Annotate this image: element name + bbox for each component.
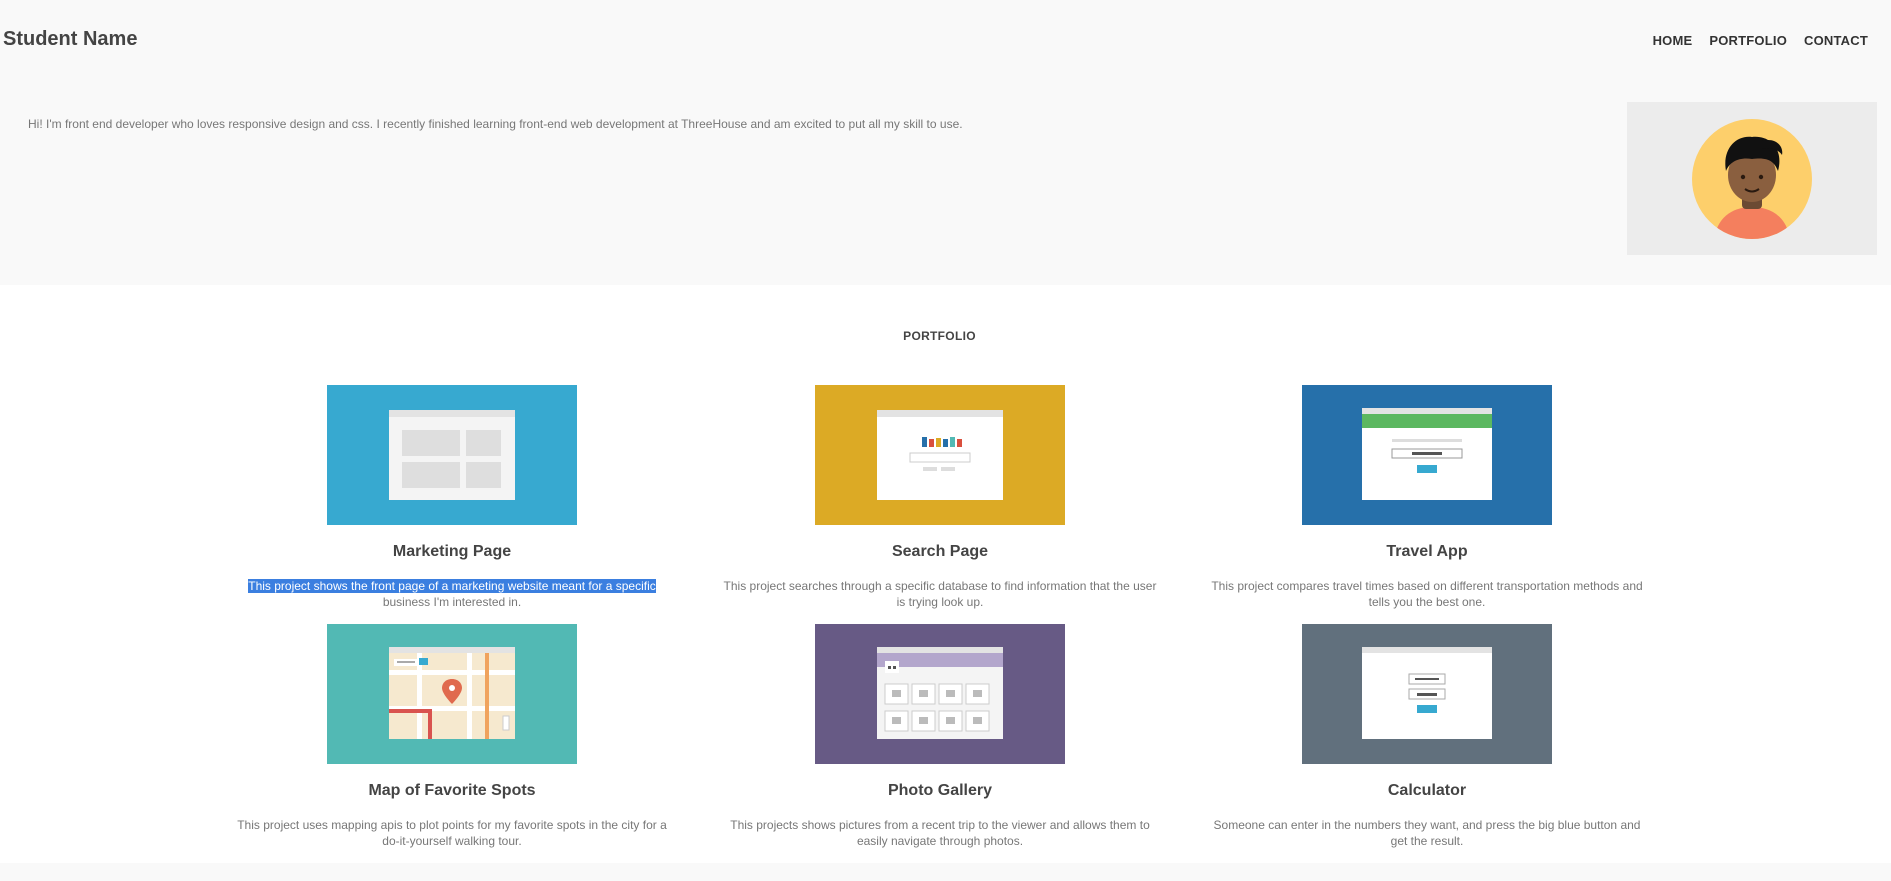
project-thumbnail[interactable] xyxy=(1302,385,1552,525)
travel-thumbnail-icon xyxy=(1302,385,1552,525)
search-thumbnail-icon xyxy=(815,385,1065,525)
project-description: This project uses mapping apis to plot p… xyxy=(237,818,667,848)
nav-portfolio[interactable]: PORTFOLIO xyxy=(1709,33,1787,48)
header: Student Name HOME PORTFOLIO CONTACT Hi! … xyxy=(0,0,1891,285)
project-title[interactable]: Map of Favorite Spots xyxy=(230,782,674,800)
nav-home[interactable]: HOME xyxy=(1653,33,1693,48)
project-description: Someone can enter in the numbers they wa… xyxy=(1213,818,1641,848)
project-description: This project searches through a specific… xyxy=(723,579,1157,609)
portfolio-heading: PORTFOLIO xyxy=(903,329,976,343)
project-description: This projects shows pictures from a rece… xyxy=(730,818,1150,848)
avatar-illustration xyxy=(1692,119,1812,239)
selected-text: This project shows the front page of a m… xyxy=(248,579,656,593)
main-nav: HOME PORTFOLIO CONTACT xyxy=(1653,33,1868,48)
gallery-thumbnail-icon xyxy=(815,624,1065,764)
project-title[interactable]: Photo Gallery xyxy=(718,782,1162,800)
nav-contact[interactable]: CONTACT xyxy=(1804,33,1868,48)
project-thumbnail[interactable] xyxy=(327,385,577,525)
footer xyxy=(0,863,1891,881)
project-thumbnail[interactable] xyxy=(1302,624,1552,764)
description-rest: business I'm interested in. xyxy=(382,595,522,609)
project-description: This project shows the front page of a m… xyxy=(230,578,674,610)
project-thumbnail[interactable] xyxy=(815,624,1065,764)
avatar xyxy=(1627,102,1877,255)
project-description: This project compares travel times based… xyxy=(1211,579,1643,609)
bio-text: Hi! I'm front end developer who loves re… xyxy=(28,117,963,131)
project-title[interactable]: Travel App xyxy=(1205,543,1649,561)
project-thumbnail[interactable] xyxy=(327,624,577,764)
calculator-thumbnail-icon xyxy=(1302,624,1552,764)
portfolio-section: PORTFOLIO Marketing Page This project sh… xyxy=(0,285,1891,863)
project-title[interactable]: Calculator xyxy=(1205,782,1649,800)
marketing-thumbnail-icon xyxy=(327,385,577,525)
map-thumbnail-icon xyxy=(327,624,577,764)
project-title[interactable]: Marketing Page xyxy=(230,543,674,561)
project-title[interactable]: Search Page xyxy=(718,543,1162,561)
project-thumbnail[interactable] xyxy=(815,385,1065,525)
site-brand[interactable]: Student Name xyxy=(3,28,137,51)
